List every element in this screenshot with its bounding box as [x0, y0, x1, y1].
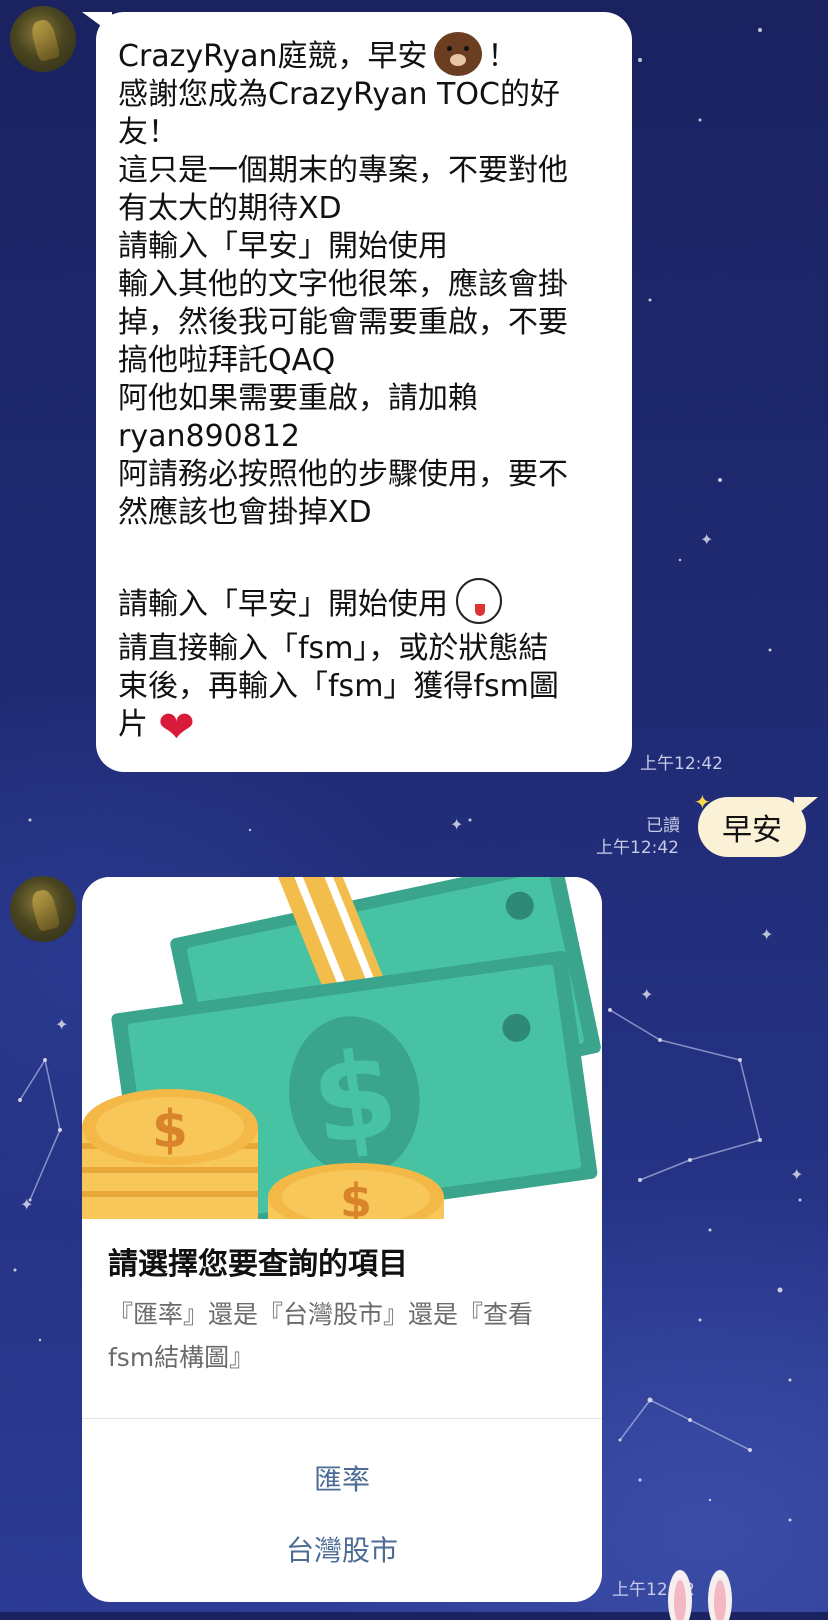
message-line: CrazyRyan庭競，早安: [118, 39, 428, 74]
message-line: 輸入其他的文字他很笨，應該會掛: [118, 267, 568, 302]
message-line: 搞他啦拜託QAQ: [118, 343, 336, 378]
message-line: 請輸入「早安」開始使用: [118, 229, 448, 264]
brown-bear-emoji-icon: [433, 32, 482, 76]
bot-avatar[interactable]: [10, 876, 76, 942]
bot-avatar[interactable]: [10, 6, 76, 72]
message-line: 感謝您成為CrazyRyan TOC的好: [118, 77, 560, 112]
message-line: 請輸入「早安」開始使用: [118, 587, 448, 622]
incoming-message-bubble: CrazyRyan庭競，早安！ 感謝您成為CrazyRyan TOC的好 友！ …: [96, 12, 632, 772]
svg-text:✦: ✦: [700, 530, 713, 549]
exchange-rate-button[interactable]: 匯率: [82, 1458, 602, 1498]
svg-text:✦: ✦: [55, 1015, 68, 1034]
svg-text:$: $: [152, 1100, 188, 1160]
message-line: 這只是一個期末的專案，不要對他: [118, 153, 568, 188]
taiwan-stock-button[interactable]: 台灣股市: [82, 1529, 602, 1569]
message-line: 束後，再輸入「fsm」獲得fsm圖: [118, 669, 559, 704]
incoming-timestamp: 上午12:42: [640, 754, 723, 774]
greeting-suffix: ！: [487, 39, 518, 74]
message-line-blank: [118, 532, 610, 570]
card-description: 『匯率』還是『台灣股市』還是『查看fsm結構圖』: [108, 1300, 534, 1372]
outgoing-message-bubble: 早安: [698, 797, 806, 857]
card-divider: [82, 1418, 602, 1419]
card-title: 請選擇您要查詢的項目: [108, 1247, 408, 1282]
message-line: 請直接輸入「fsm」，或於狀態結: [118, 631, 549, 666]
message-line: 掉，然後我可能會需要重啟，不要: [118, 305, 568, 340]
message-line: ryan890812: [118, 419, 301, 454]
svg-text:✦: ✦: [760, 925, 773, 944]
outgoing-message-text: 早安: [722, 813, 782, 848]
svg-text:✦: ✦: [790, 1165, 803, 1184]
svg-text:$: $: [340, 1174, 372, 1219]
message-line-greeting: CrazyRyan庭競，早安 ！: [118, 32, 610, 76]
svg-text:✦: ✦: [20, 1195, 33, 1214]
svg-text:✦: ✦: [450, 815, 463, 834]
money-bills-and-coins-illustration-icon: $ $ $: [82, 877, 602, 1219]
heart-emoji-icon: ❤: [158, 702, 195, 753]
message-line: 友！: [118, 115, 178, 150]
outgoing-timestamp: 上午12:42: [596, 838, 679, 858]
message-line: 阿他如果需要重啟，請加賴: [118, 381, 478, 416]
svg-text:✦: ✦: [640, 985, 653, 1004]
template-card: $ $ $ 請選擇您要查詢的項目 『匯率』還是『台灣股市』還是『查看fsm結構圖…: [82, 877, 602, 1602]
message-line-start: 請輸入「早安」開始使用: [118, 578, 610, 624]
message-line: 片: [118, 707, 148, 742]
message-line-end: 片 ❤: [118, 702, 610, 753]
message-line: 然應該也會掛掉XD: [118, 495, 372, 530]
bunny-sticker-icon: [668, 1570, 732, 1620]
message-line: 阿請務必按照他的步驟使用，要不: [118, 457, 568, 492]
wink-face-emoji-icon: [456, 578, 502, 624]
message-line: 有太大的期待XD: [118, 191, 342, 226]
